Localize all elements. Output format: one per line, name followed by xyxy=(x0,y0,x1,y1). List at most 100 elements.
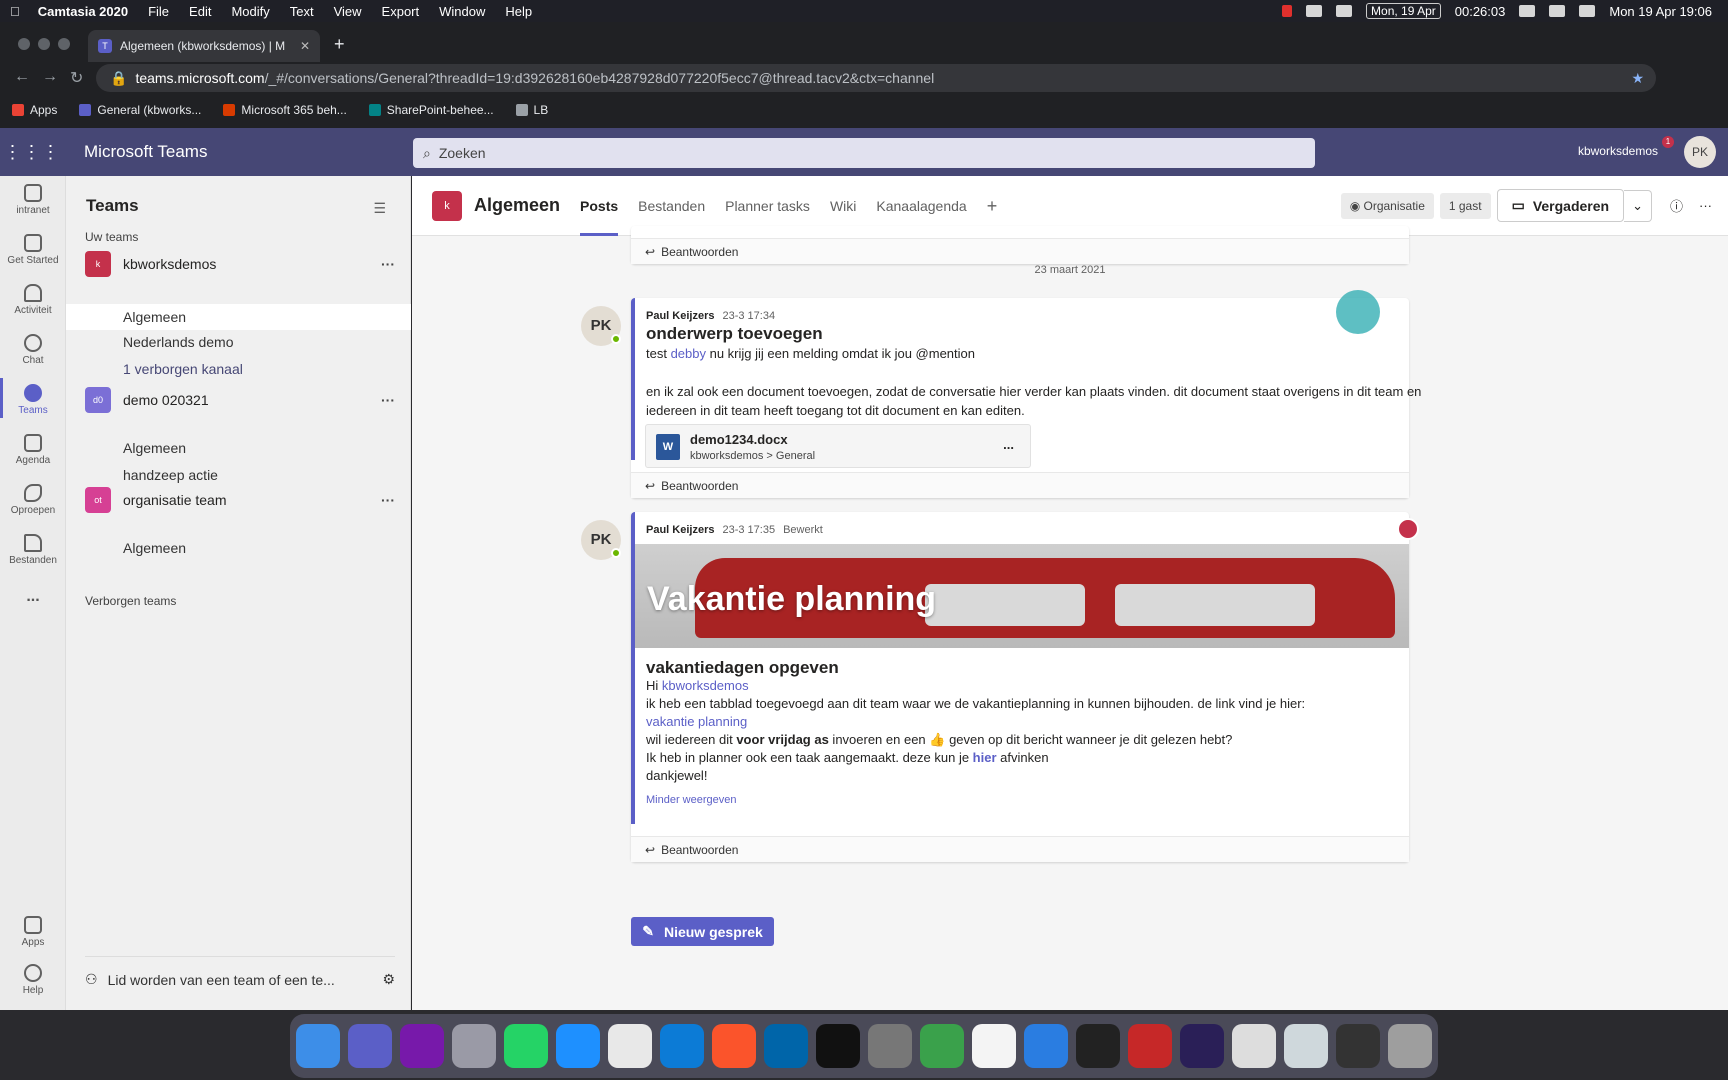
record-icon[interactable] xyxy=(1282,5,1293,17)
mention-debby[interactable]: debby xyxy=(671,346,706,361)
reply-button[interactable]: ↩ Beantwoorden xyxy=(631,472,1409,498)
menu-text[interactable]: Text xyxy=(290,4,314,19)
rail-agenda[interactable]: Agenda xyxy=(0,434,66,466)
parallels-icon[interactable] xyxy=(1128,1024,1172,1068)
edge-icon[interactable] xyxy=(660,1024,704,1068)
channel-handzeep-actie[interactable]: handzeep actie xyxy=(123,467,218,483)
tab-posts[interactable]: Posts xyxy=(580,176,619,236)
apple-icon[interactable]:  xyxy=(10,4,20,19)
bookmark-general[interactable]: General (kbworks... xyxy=(79,103,201,117)
documents-folder-icon[interactable] xyxy=(1284,1024,1328,1068)
rail-more[interactable]: ... xyxy=(0,588,66,606)
team-kbworksdemos[interactable]: k kbworksdemos ··· xyxy=(85,250,395,278)
forward-icon[interactable]: → xyxy=(42,68,58,86)
rail-help[interactable]: Help xyxy=(0,964,66,996)
trash-icon[interactable] xyxy=(1388,1024,1432,1068)
address-bar[interactable]: 🔒 teams.microsoft.com /_#/conversations/… xyxy=(96,64,1656,92)
author-avatar[interactable]: PK xyxy=(581,306,621,346)
launchpad-icon[interactable] xyxy=(452,1024,496,1068)
team-organisatie[interactable]: ot organisatie team ··· xyxy=(85,486,395,514)
window-close-button[interactable] xyxy=(18,38,30,50)
finder-icon[interactable] xyxy=(296,1024,340,1068)
bookmark-star-icon[interactable]: ★ xyxy=(1631,70,1644,87)
meet-dropdown-icon[interactable]: ⌄ xyxy=(1624,189,1652,222)
rail-teams[interactable]: Teams xyxy=(0,378,66,418)
team-more-icon[interactable]: ··· xyxy=(381,256,395,272)
window-zoom-button[interactable] xyxy=(58,38,70,50)
menu-file[interactable]: File xyxy=(148,4,169,19)
hier-link[interactable]: hier xyxy=(973,750,997,765)
new-tab-icon[interactable]: + xyxy=(334,34,345,55)
join-team-row[interactable]: ⚇ Lid worden van een team of een te... ⚙ xyxy=(85,956,395,988)
info-icon[interactable]: ⓘ xyxy=(1670,196,1683,215)
menu-window[interactable]: Window xyxy=(439,4,485,19)
user-avatar[interactable]: PK xyxy=(1684,136,1716,168)
settings-gear-icon[interactable]: ⚙ xyxy=(382,971,395,988)
timer-readout[interactable]: 00:26:03 xyxy=(1455,4,1506,19)
doc-more-icon[interactable]: ... xyxy=(1003,437,1014,452)
system-preferences-icon[interactable] xyxy=(868,1024,912,1068)
author-avatar[interactable]: PK xyxy=(581,520,621,560)
todo-icon[interactable] xyxy=(1024,1024,1068,1068)
sonos-icon[interactable] xyxy=(1076,1024,1120,1068)
hidden-channels-link[interactable]: 1 verborgen kanaal xyxy=(123,361,243,377)
guest-pill[interactable]: 1 gast xyxy=(1439,192,1491,219)
mention-kbworksdemos[interactable]: kbworksdemos xyxy=(662,678,749,693)
rail-calls[interactable]: Oproepen xyxy=(0,484,66,516)
team-demo-020321[interactable]: d0 demo 020321 ··· xyxy=(85,386,395,414)
menu-view[interactable]: View xyxy=(334,4,362,19)
premiere-icon[interactable] xyxy=(1180,1024,1224,1068)
screens-folder-icon[interactable] xyxy=(1336,1024,1380,1068)
brave-icon[interactable] xyxy=(712,1024,756,1068)
search-input[interactable]: ⌕ Zoeken xyxy=(413,138,1315,168)
menu-edit[interactable]: Edit xyxy=(189,4,211,19)
bookmark-lb[interactable]: LB xyxy=(515,103,548,117)
vscode-icon[interactable] xyxy=(764,1024,808,1068)
account-switcher[interactable]: kbworksdemos xyxy=(1578,144,1658,158)
camtasia-icon[interactable] xyxy=(920,1024,964,1068)
reply-button[interactable]: ↩ Beantwoorden xyxy=(631,238,1409,264)
search-menubar-icon[interactable] xyxy=(1579,5,1596,17)
channel-algemeen[interactable]: Algemeen xyxy=(123,440,186,456)
date-box[interactable]: Mon, 19 Apr xyxy=(1366,3,1441,19)
back-icon[interactable]: ← xyxy=(14,68,30,86)
rail-files[interactable]: Bestanden xyxy=(0,534,66,566)
vakantie-planning-link[interactable]: vakantie planning xyxy=(646,714,747,729)
org-pill[interactable]: ◉ Organisatie xyxy=(1340,192,1434,219)
safari-icon[interactable] xyxy=(556,1024,600,1068)
hemingway-icon[interactable] xyxy=(972,1024,1016,1068)
cloud-icon[interactable] xyxy=(1336,5,1353,17)
reply-button[interactable]: ↩ Beantwoorden xyxy=(631,836,1409,862)
menubar-clock[interactable]: Mon 19 Apr 19:06 xyxy=(1609,4,1712,19)
chrome-icon[interactable] xyxy=(608,1024,652,1068)
volume-icon[interactable] xyxy=(1519,5,1536,17)
tab-close-icon[interactable]: ✕ xyxy=(300,39,310,53)
onenote-icon[interactable] xyxy=(400,1024,444,1068)
teams-dock-icon[interactable] xyxy=(348,1024,392,1068)
bookmark-apps[interactable]: Apps xyxy=(12,103,57,117)
channel-algemeen-selected[interactable]: Algemeen xyxy=(66,304,411,330)
team-more-icon[interactable]: ··· xyxy=(381,392,395,408)
document-attachment[interactable]: W demo1234.docx kbworksdemos > General .… xyxy=(645,424,1031,468)
filter-icon[interactable]: ☰ xyxy=(373,200,386,217)
rail-intranet[interactable]: intranet xyxy=(0,184,66,216)
bookmark-sharepoint[interactable]: SharePoint-behee... xyxy=(368,103,494,117)
archive-icon[interactable] xyxy=(1232,1024,1276,1068)
menu-modify[interactable]: Modify xyxy=(231,4,269,19)
team-more-icon[interactable]: ··· xyxy=(381,492,395,508)
globe-icon[interactable] xyxy=(1306,5,1323,17)
whatsapp-icon[interactable] xyxy=(504,1024,548,1068)
menubar-app-name[interactable]: Camtasia 2020 xyxy=(38,4,128,19)
show-less-link[interactable]: Minder weergeven xyxy=(646,794,737,806)
terminal-icon[interactable] xyxy=(816,1024,860,1068)
reload-icon[interactable]: ↻ xyxy=(70,68,83,88)
rail-activity[interactable]: Activiteit xyxy=(0,284,66,316)
more-options-icon[interactable]: ··· xyxy=(1699,198,1712,213)
hidden-teams-heading[interactable]: Verborgen teams xyxy=(85,594,176,608)
browser-tab[interactable]: T Algemeen (kbworksdemos) | M ✕ xyxy=(88,30,320,62)
rail-apps[interactable]: Apps xyxy=(0,916,66,948)
rail-get-started[interactable]: Get Started xyxy=(0,234,66,266)
menu-help[interactable]: Help xyxy=(505,4,532,19)
menu-export[interactable]: Export xyxy=(382,4,420,19)
app-launcher-icon[interactable]: ⋮⋮⋮ xyxy=(0,142,64,163)
